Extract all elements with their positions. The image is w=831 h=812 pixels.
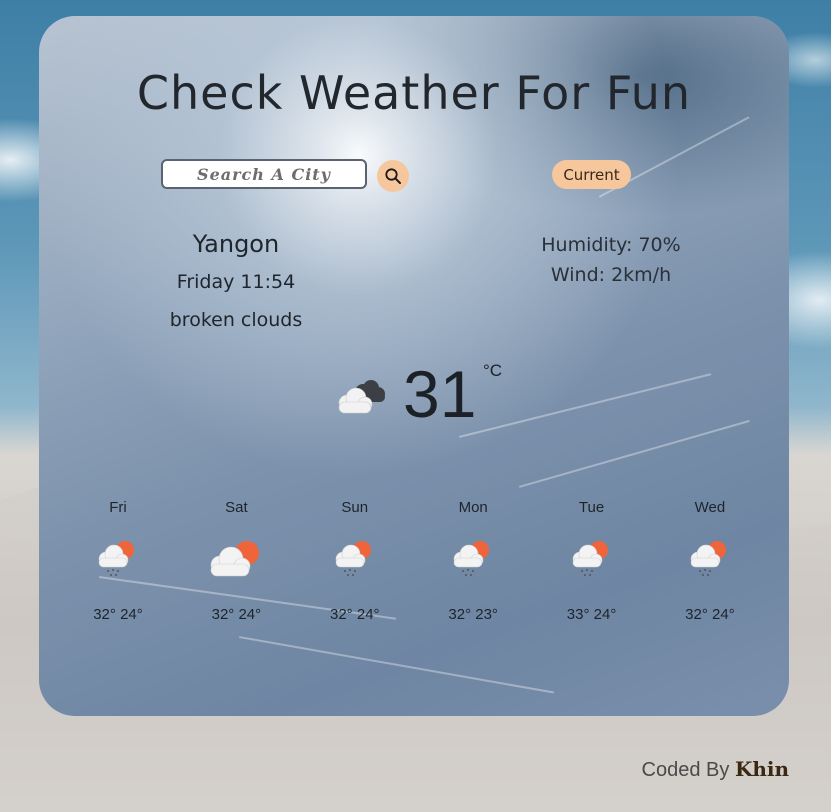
humidity-readout: Humidity: 70%	[541, 234, 681, 256]
wind-readout: Wind: 2km/h	[550, 264, 672, 286]
forecast-day-name: Sat	[225, 499, 248, 516]
rain-sun-cloud-icon	[59, 528, 177, 588]
author-name: Khin	[734, 757, 789, 781]
forecast-day-name: Fri	[109, 499, 127, 516]
search-input[interactable]	[161, 159, 367, 189]
temperature-unit: °C	[483, 361, 503, 380]
cloud-streak	[458, 373, 712, 438]
forecast-day: Fri 32° 24°	[59, 498, 177, 623]
rain-sun-cloud-icon	[414, 528, 532, 588]
credit-prefix: Coded By	[641, 759, 730, 781]
partly-cloudy-icon	[177, 528, 295, 588]
app-title: Check Weather For Fun	[136, 66, 692, 120]
rain-sun-cloud-icon	[296, 528, 414, 588]
forecast-day-name: Tue	[578, 499, 605, 516]
forecast-temps: 32° 24°	[330, 606, 380, 623]
search-button[interactable]	[377, 160, 409, 192]
cloud-streak	[238, 636, 555, 694]
rain-sun-cloud-icon	[533, 528, 651, 588]
forecast-temps: 32° 24°	[685, 606, 735, 623]
forecast-temps: 32° 24°	[211, 606, 262, 623]
forecast-day: Sun 32° 24°	[296, 498, 414, 623]
footer-credit: Coded By Khin	[642, 757, 789, 782]
forecast-day: Wed 32° 24°	[651, 498, 769, 623]
forecast-day-name: Mon	[458, 499, 488, 516]
forecast-temps: 32° 23°	[448, 606, 498, 623]
weather-card: Check Weather For Fun Current Yangon Fri…	[39, 16, 789, 716]
cloud-streak	[518, 419, 750, 488]
broken-clouds-icon	[333, 376, 387, 420]
forecast-day: Sat 32° 24°	[177, 498, 295, 623]
weather-description: broken clouds	[169, 309, 303, 331]
city-name: Yangon	[192, 230, 280, 258]
forecast-temps: 32° 24°	[93, 606, 143, 623]
forecast-temps: 33° 24°	[566, 606, 617, 623]
search-icon	[385, 168, 401, 184]
forecast-day-name: Sun	[341, 499, 369, 516]
current-datetime: Friday 11:54	[176, 271, 296, 293]
forecast-day: Tue 33° 24°	[533, 498, 651, 623]
forecast-day: Mon 32° 23°	[414, 498, 532, 623]
forecast-day-name: Wed	[694, 499, 726, 516]
current-temperature: 31	[403, 357, 477, 431]
current-location-button[interactable]: Current	[552, 160, 631, 189]
forecast-row: Fri 32° 24° Sat 32° 24° Sun 32° 24° Mon …	[59, 498, 769, 623]
rain-sun-cloud-icon	[651, 528, 769, 588]
